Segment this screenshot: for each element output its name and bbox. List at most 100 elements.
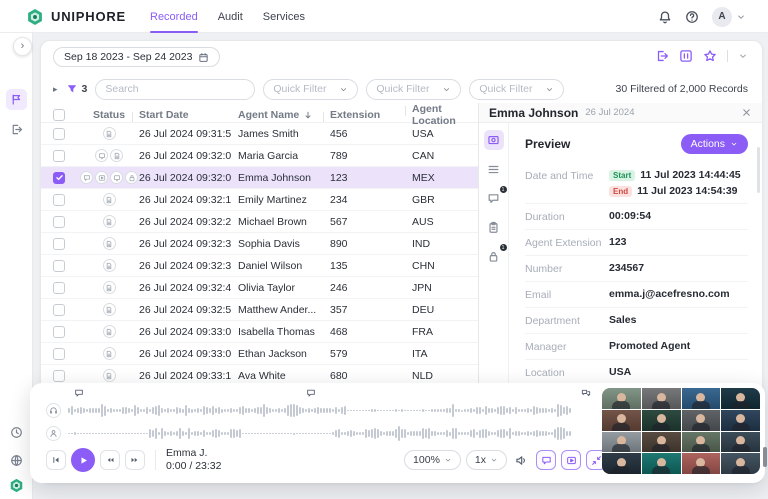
table-row[interactable]: 26 Jul 2024 09:32:0 Emma Johnson 123 MEX xyxy=(41,167,478,189)
fast-forward-icon xyxy=(130,455,140,465)
participant-video xyxy=(602,410,641,431)
bell-icon[interactable] xyxy=(658,10,672,24)
rail-item-export[interactable] xyxy=(6,119,27,140)
table-row[interactable]: 26 Jul 2024 09:32:3 Sophia Davis 890 IND xyxy=(41,233,478,255)
start-datetime: 11 Jul 2023 14:44:45 xyxy=(640,169,740,181)
row-checkbox[interactable] xyxy=(53,370,65,382)
table-row[interactable]: 26 Jul 2024 09:32:1 Emily Martinez 234 G… xyxy=(41,189,478,211)
user-menu[interactable]: A xyxy=(712,7,746,27)
rail-item-recordings[interactable] xyxy=(6,89,27,110)
row-checkbox[interactable] xyxy=(53,260,65,272)
panel-header: Emma Johnson 26 Jul 2024 xyxy=(479,103,762,123)
column-header[interactable]: Extension xyxy=(330,109,412,121)
rewind-button[interactable] xyxy=(100,450,120,470)
row-checkbox[interactable] xyxy=(53,348,65,360)
speed-select[interactable]: 1x xyxy=(466,450,507,470)
panel-tab-preview[interactable] xyxy=(484,130,504,150)
field-row: Date and Time Start11 Jul 2023 14:44:45 … xyxy=(525,163,748,204)
participant-video xyxy=(602,432,641,453)
chevron-down-icon xyxy=(736,12,746,22)
row-checkbox[interactable] xyxy=(53,238,65,250)
column-header[interactable]: Start Date xyxy=(139,109,238,121)
extension-cell: 890 xyxy=(330,238,412,250)
search-input[interactable] xyxy=(95,79,255,100)
row-checkbox[interactable] xyxy=(53,216,65,228)
agent-name-cell: Matthew Ander... xyxy=(238,304,330,316)
skip-start-button[interactable] xyxy=(46,450,66,470)
column-header[interactable]: Agent Location xyxy=(412,103,478,127)
chevron-down-icon[interactable] xyxy=(738,51,748,61)
help-icon[interactable] xyxy=(685,10,699,24)
board-view-icon[interactable] xyxy=(679,49,693,63)
row-checkbox[interactable] xyxy=(53,326,65,338)
favorite-star-icon[interactable] xyxy=(703,49,717,63)
agent-location-cell: FRA xyxy=(412,326,478,338)
rail-item-globe[interactable] xyxy=(6,450,27,471)
filter-count[interactable]: 3 xyxy=(66,83,88,95)
select-all-checkbox[interactable] xyxy=(53,109,65,121)
tab-services[interactable]: Services xyxy=(263,0,305,33)
waveform-agent[interactable] xyxy=(68,400,606,421)
column-header[interactable]: Status xyxy=(79,109,139,121)
quick-filter-1[interactable]: Quick Filter xyxy=(263,79,358,100)
quick-filter-3[interactable]: Quick Filter xyxy=(469,79,564,100)
row-checkbox[interactable] xyxy=(53,282,65,294)
badge: 1 xyxy=(500,244,507,251)
chat-marker[interactable] xyxy=(74,388,84,398)
sort-desc-icon[interactable] xyxy=(303,110,313,120)
column-header[interactable]: Agent Name xyxy=(238,109,330,121)
zoom-select[interactable]: 100% xyxy=(404,450,461,470)
actions-button[interactable]: Actions xyxy=(681,134,748,154)
table-row[interactable]: 26 Jul 2024 09:32:0 Maria Garcia 789 CAN xyxy=(41,145,478,167)
avatar[interactable]: A xyxy=(712,7,732,27)
table-row[interactable]: 26 Jul 2024 09:32:4 Olivia Taylor 246 JP… xyxy=(41,277,478,299)
expand-sidebar-button[interactable]: › xyxy=(13,37,32,56)
list-icon xyxy=(487,163,500,176)
video-view-button[interactable] xyxy=(561,450,581,470)
table-row[interactable]: 26 Jul 2024 09:33:0 Ethan Jackson 579 IT… xyxy=(41,343,478,365)
extension-cell: 579 xyxy=(330,348,412,360)
row-checkbox[interactable] xyxy=(53,172,65,184)
tab-recorded[interactable]: Recorded xyxy=(150,0,198,33)
section-title: Preview xyxy=(525,137,570,151)
play-button[interactable] xyxy=(71,448,95,472)
row-checkbox[interactable] xyxy=(53,128,65,140)
table-row[interactable]: 26 Jul 2024 09:32:5 Matthew Ander... 357… xyxy=(41,299,478,321)
date-range-filter[interactable]: Sep 18 2023 - Sep 24 2023 xyxy=(53,47,220,67)
panel-tab-clipboard[interactable] xyxy=(484,217,504,237)
panel-tab-list[interactable] xyxy=(484,159,504,179)
collapse-filters-caret[interactable]: ▸ xyxy=(53,84,58,95)
export-icon[interactable] xyxy=(655,49,669,63)
waveform-customer[interactable] xyxy=(68,423,606,444)
play-icon xyxy=(78,455,89,466)
table-row[interactable]: 26 Jul 2024 09:32:3 Daniel Wilson 135 CH… xyxy=(41,255,478,277)
doc-status-icon xyxy=(103,347,116,360)
table-row[interactable]: 26 Jul 2024 09:32:2 Michael Brown 567 AU… xyxy=(41,211,478,233)
double-chat-marker[interactable] xyxy=(581,388,591,398)
transcript-chat-button[interactable] xyxy=(536,450,556,470)
screen-status-icon xyxy=(110,171,123,184)
row-checkbox[interactable] xyxy=(53,304,65,316)
close-icon[interactable] xyxy=(741,107,752,118)
actions-label: Actions xyxy=(691,138,725,150)
panel-tab-chat[interactable]: 1 xyxy=(484,188,504,208)
participants-video-grid[interactable] xyxy=(602,388,760,474)
tab-audit[interactable]: Audit xyxy=(218,0,243,33)
panel-scrollbar[interactable] xyxy=(757,147,760,193)
participant-video xyxy=(682,388,721,409)
rail-item-history[interactable] xyxy=(6,422,27,443)
volume-icon[interactable] xyxy=(515,454,528,467)
chat-marker[interactable] xyxy=(306,388,316,398)
table-row[interactable]: 26 Jul 2024 09:33:0 Isabella Thomas 468 … xyxy=(41,321,478,343)
participant-video xyxy=(642,388,681,409)
agent-location-cell: USA xyxy=(412,128,478,140)
row-checkbox[interactable] xyxy=(53,194,65,206)
agent-location-cell: ITA xyxy=(412,348,478,360)
row-checkbox[interactable] xyxy=(53,150,65,162)
quick-filter-2[interactable]: Quick Filter xyxy=(366,79,461,100)
check-icon xyxy=(55,173,64,182)
page-scrollbar[interactable] xyxy=(763,447,767,467)
forward-button[interactable] xyxy=(125,450,145,470)
panel-tab-lock[interactable]: 1 xyxy=(484,246,504,266)
date-range-label: Sep 18 2023 - Sep 24 2023 xyxy=(64,51,192,63)
